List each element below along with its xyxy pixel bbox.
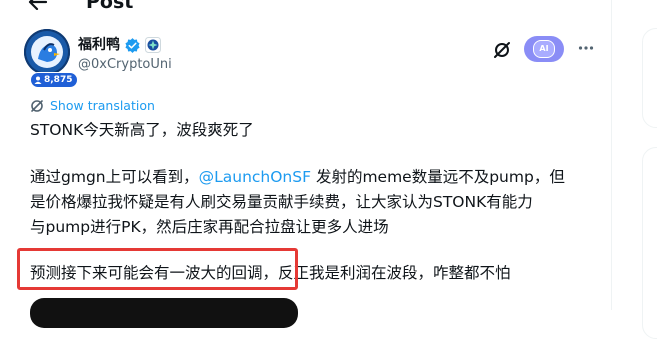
verified-badge-icon	[125, 37, 140, 53]
tweet-text-line: 与pump进行PK，然后庄家再配合拉盘让更多人进场	[30, 218, 389, 236]
follower-badge: 8,875	[30, 72, 79, 88]
author-handle[interactable]: @0xCryptoUni	[78, 57, 172, 73]
mention-link[interactable]: @LaunchOnSF	[199, 168, 311, 186]
main-column: Post 8,875 福利鸭 @0xCryptoUni AI Show tran…	[0, 0, 612, 328]
tweet-text-line: STONK今天新高了，波段爽死了	[30, 121, 254, 139]
author-name-row: 福利鸭	[78, 36, 161, 54]
avatar[interactable]	[24, 29, 70, 75]
more-options-icon[interactable]	[578, 45, 594, 51]
tweet-text-line: 是价格爆拉我怀疑是有人刷交易量贡献手续费，让大家认为STONK有能力	[30, 193, 533, 211]
tweet-text-segment: 通过gmgn上可以看到，	[30, 168, 199, 186]
show-translation-link[interactable]: Show translation	[30, 98, 155, 114]
translate-icon	[31, 100, 43, 112]
person-icon	[34, 76, 42, 84]
show-translation-label: Show translation	[50, 98, 155, 113]
media-preview[interactable]	[30, 298, 298, 328]
avatar-duck-icon	[24, 29, 70, 75]
sidebar-card	[642, 147, 657, 339]
page-title: Post	[86, 0, 134, 13]
follower-count: 8,875	[44, 75, 73, 85]
sidebar-card	[642, 28, 657, 128]
ai-button[interactable]: AI	[524, 36, 564, 62]
author-display-name[interactable]: 福利鸭	[78, 36, 120, 54]
tweet-text-line: 通过gmgn上可以看到，@LaunchOnSF 发射的meme数量远不及pump…	[30, 166, 565, 188]
highlight-box	[17, 248, 298, 290]
tweet-text-segment: 发射的meme数量远不及pump，但	[311, 168, 565, 186]
back-arrow-icon[interactable]	[28, 0, 48, 10]
ai-button-label: AI	[533, 40, 555, 58]
tweet-text-segment: 反正我是利润在波段，咋整都不怕	[278, 264, 511, 282]
grok-icon[interactable]	[492, 40, 512, 60]
right-sidebar	[627, 0, 657, 339]
top-bar: Post	[0, 0, 611, 14]
affiliate-badge-icon[interactable]	[145, 37, 161, 53]
